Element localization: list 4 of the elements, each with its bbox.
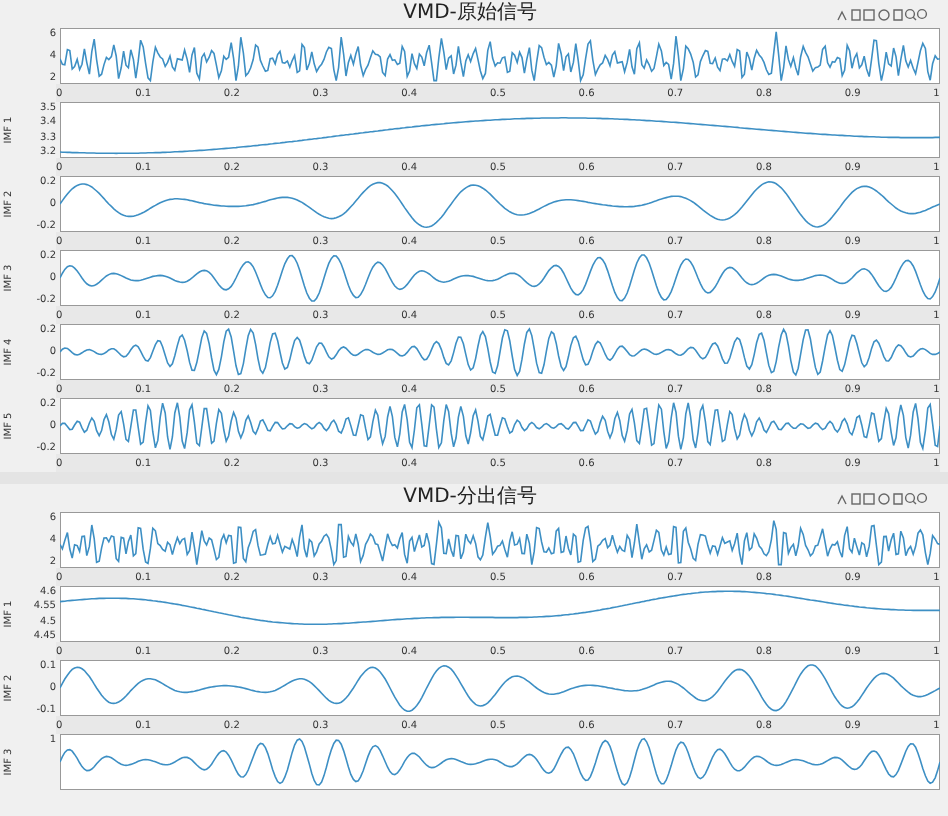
figure-title: VMD-原始信号	[403, 2, 537, 26]
axes-toolbar-drawing[interactable]	[836, 6, 928, 22]
axes-toolbar-drawing[interactable]	[836, 490, 928, 506]
figure-title: VMD-分出信号	[403, 486, 537, 510]
